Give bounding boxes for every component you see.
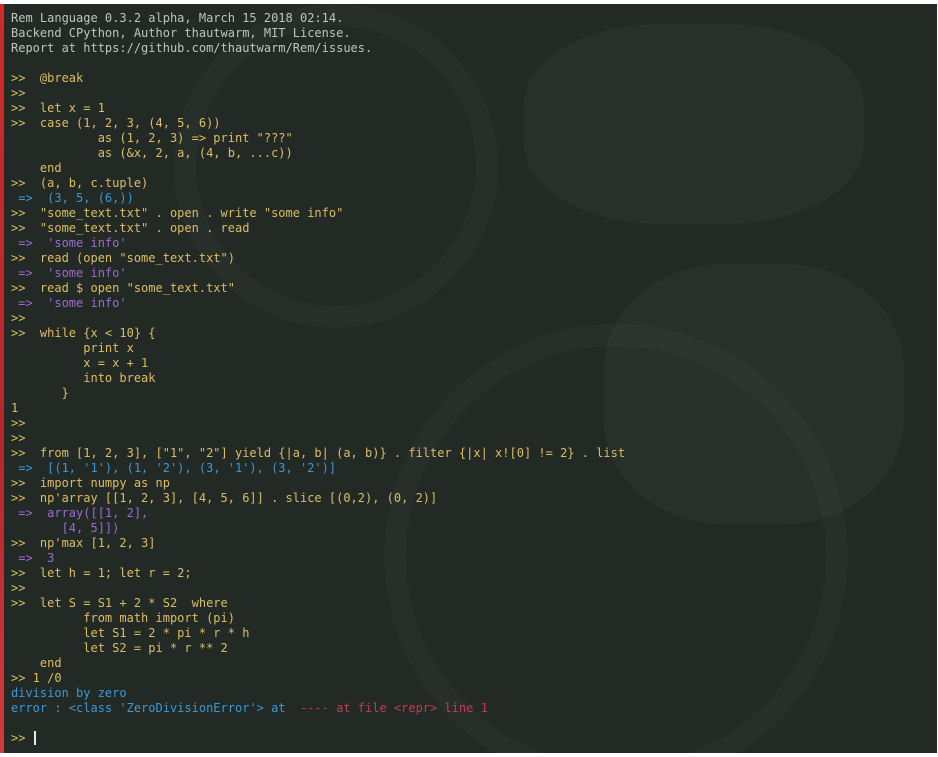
prompt-line: >> from [1, 2, 3], ["1", "2"] yield {|a,… <box>11 446 626 460</box>
result-line: [4, 5]]) <box>11 521 120 535</box>
input-prompt-line[interactable]: >> <box>11 731 625 746</box>
prompt-line: as (&x, 2, a, (4, b, ...c)) <box>11 146 293 160</box>
prompt-line: >> case (1, 2, 3, (4, 5, 6)) <box>11 116 221 130</box>
result-line: => [(1, '1'), (1, '2'), (3, '1'), (3, '2… <box>11 461 337 475</box>
prompt-line: end <box>11 161 62 175</box>
info-line: division by zero <box>11 686 127 700</box>
error-location: ---- at file <repr> line 1 <box>299 701 488 715</box>
prompt-line: >> np'max [1, 2, 3] <box>11 536 156 550</box>
prompt-line: >> 1 /0 <box>11 671 62 685</box>
result-line: => 'some info' <box>11 296 127 310</box>
prompt-line: >> <box>11 416 26 430</box>
header-line: Backend CPython, Author thautwarm, MIT L… <box>11 26 351 40</box>
prompt-line: >> while {x < 10} { <box>11 326 156 340</box>
prompt-line: >> (a, b, c.tuple) <box>11 176 149 190</box>
terminal-output[interactable]: Rem Language 0.3.2 alpha, March 15 2018 … <box>11 11 625 746</box>
result-line: => 'some info' <box>11 266 127 280</box>
error-message: error : <class 'ZeroDivisionError'> at <box>11 701 300 715</box>
prompt-line: >> read (open "some_text.txt") <box>11 251 235 265</box>
prompt-line: as (1, 2, 3) => print "???" <box>11 131 293 145</box>
prompt-line: end <box>11 656 62 670</box>
output-line: 1 <box>11 401 19 415</box>
text-cursor <box>33 731 36 745</box>
prompt-line: into break <box>11 371 156 385</box>
terminal-window[interactable]: Rem Language 0.3.2 alpha, March 15 2018 … <box>4 4 937 753</box>
result-line: => (3, 5, (6,)) <box>11 191 134 205</box>
prompt-line: let S1 = 2 * pi * r * h <box>11 626 250 640</box>
prompt-line: >> read $ open "some_text.txt" <box>11 281 235 295</box>
prompt-line: >> <box>11 431 26 445</box>
header-line: Report at https://github.com/thautwarm/R… <box>11 41 373 55</box>
prompt-line: >> <box>11 311 26 325</box>
prompt-line: >> np'array [[1, 2, 3], [4, 5, 6]] . sli… <box>11 491 438 505</box>
result-line: => array([[1, 2], <box>11 506 149 520</box>
background-decoration <box>604 264 904 524</box>
result-line: => 'some info' <box>11 236 127 250</box>
prompt-line: from math import (pi) <box>11 611 235 625</box>
prompt-line: >> let S = S1 + 2 * S2 where <box>11 596 228 610</box>
prompt-line: } <box>11 386 69 400</box>
prompt-line: >> import numpy as np <box>11 476 170 490</box>
prompt-line: let S2 = pi * r ** 2 <box>11 641 228 655</box>
prompt-line: x = x + 1 <box>11 356 149 370</box>
header-line: Rem Language 0.3.2 alpha, March 15 2018 … <box>11 11 344 25</box>
prompt-line: >> "some_text.txt" . open . read <box>11 221 250 235</box>
prompt-line: >> "some_text.txt" . open . write "some … <box>11 206 344 220</box>
prompt-line: >> <box>11 581 26 595</box>
prompt-line: >> @break <box>11 71 84 85</box>
prompt-line: >> <box>11 86 26 100</box>
input-prompt: >> <box>11 731 33 745</box>
prompt-line: >> let x = 1 <box>11 101 105 115</box>
error-line: error : <class 'ZeroDivisionError'> at -… <box>11 701 625 716</box>
prompt-line: print x <box>11 341 134 355</box>
prompt-line: >> let h = 1; let r = 2; <box>11 566 192 580</box>
result-line: => 3 <box>11 551 55 565</box>
